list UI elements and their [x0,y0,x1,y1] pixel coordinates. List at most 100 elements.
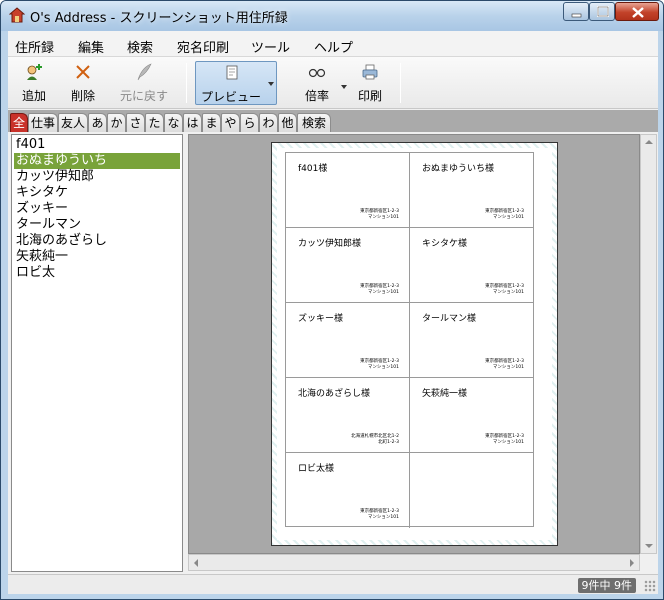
scroll-up-icon[interactable] [645,140,653,144]
close-icon [632,7,644,18]
address-label: ズッキー様 東京都新宿区1-2-3 マンション101 [286,303,410,378]
delete-x-icon [76,65,90,79]
menu-edit[interactable]: 編集 [78,37,104,56]
add-button[interactable]: 追加 [14,61,54,105]
delete-button[interactable]: 削除 [63,61,103,105]
address-label: カッツ伊知郎様 東京都新宿区1-2-3 マンション101 [286,228,410,303]
label-address: 東京都新宿区1-2-3 マンション101 [360,209,399,220]
tab-ya[interactable]: や [221,113,240,132]
address-label: キシタケ様 東京都新宿区1-2-3 マンション101 [410,228,534,303]
house-icon [9,7,25,23]
list-item[interactable]: おぬまゆういち [14,153,180,169]
maximize-button[interactable] [589,2,615,21]
list-item[interactable]: 北海のあざらし [14,233,180,249]
quill-icon [137,63,152,81]
horizontal-scrollbar[interactable] [188,554,640,571]
vertical-scrollbar[interactable] [640,134,657,554]
menu-label-print[interactable]: 宛名印刷 [177,37,229,56]
preview-label: プレビュー [200,90,261,104]
toolbar: 追加 削除 元に戻す プレビュー 倍率 印刷 [8,57,658,109]
undo-button[interactable]: 元に戻す [112,61,176,105]
minimize-icon [571,13,582,18]
preview-dropdown-icon[interactable] [268,82,274,86]
tab-ta[interactable]: た [145,113,164,132]
zoom-button[interactable]: 倍率 [295,61,339,105]
tab-work[interactable]: 仕事 [28,113,58,132]
title-bar[interactable]: O's Address - スクリーンショット用住所録 [1,1,663,31]
list-item[interactable]: ロビ太 [14,265,180,281]
printer-icon [362,64,378,80]
scroll-down-icon[interactable] [645,544,653,548]
tab-na[interactable]: な [164,113,183,132]
status-bar: 9件中 9件 [8,574,658,594]
tab-sa[interactable]: さ [126,113,145,132]
list-item[interactable]: 矢萩純一 [14,249,180,265]
resize-grip-icon[interactable] [644,580,656,592]
tab-a[interactable]: あ [88,113,107,132]
label-name: キシタケ様 [422,239,468,249]
address-list[interactable]: f401 おぬまゆういち カッツ伊知郎 キシタケ ズッキー タールマン 北海のあ… [11,134,183,572]
address-label: ロビ太様 東京都新宿区1-2-3 マンション101 [286,453,410,528]
index-tab-bar: 全 仕事 友人 あ か さ た な は ま や ら わ 他 検索 [8,110,658,132]
menu-search[interactable]: 検索 [127,37,153,56]
label-name: f401様 [298,164,328,174]
close-button[interactable] [615,2,659,21]
menu-address-book[interactable]: 住所録 [15,37,54,56]
tab-wa[interactable]: わ [259,113,278,132]
minimize-button[interactable] [563,2,589,21]
zoom-dropdown-icon[interactable] [341,85,347,89]
label-name: 矢萩純一様 [422,389,468,399]
list-item[interactable]: タールマン [14,217,180,233]
list-item[interactable]: キシタケ [14,185,180,201]
toolbar-separator [186,63,187,103]
window-title: O's Address - スクリーンショット用住所録 [30,11,288,26]
glasses-icon [308,68,326,78]
label-address: 北海道札幌市北区北1-2 北町1-2-3 [351,434,399,445]
label-address: 東京都新宿区1-2-3 マンション101 [485,434,524,445]
label-name: ロビ太様 [298,464,335,474]
list-item[interactable]: f401 [14,137,180,153]
tab-ra[interactable]: ら [240,113,259,132]
tab-other[interactable]: 他 [278,113,297,132]
label-address: 東京都新宿区1-2-3 マンション101 [360,509,399,520]
record-count-badge: 9件中 9件 [577,578,636,593]
address-label: おぬまゆういち様 東京都新宿区1-2-3 マンション101 [410,153,534,228]
address-label: f401様 東京都新宿区1-2-3 マンション101 [286,153,410,228]
print-button[interactable]: 印刷 [350,61,390,105]
toolbar-separator [400,63,401,103]
scroll-left-icon[interactable] [194,559,198,567]
label-name: おぬまゆういち様 [422,164,495,174]
print-label: 印刷 [357,89,382,103]
tab-all[interactable]: 全 [10,113,28,132]
app-window: O's Address - スクリーンショット用住所録 住所録 編集 検索 宛名… [0,0,664,600]
list-item[interactable]: カッツ伊知郎 [14,169,180,185]
label-address: 東京都新宿区1-2-3 マンション101 [485,284,524,295]
label-address: 東京都新宿区1-2-3 マンション101 [485,209,524,220]
undo-label: 元に戻す [119,89,168,103]
menu-bar: 住所録 編集 検索 宛名印刷 ツール ヘルプ [8,31,658,57]
tab-search[interactable]: 検索 [297,113,331,132]
label-name: カッツ伊知郎様 [298,239,362,249]
label-address: 東京都新宿区1-2-3 マンション101 [360,284,399,295]
label-address: 東京都新宿区1-2-3 マンション101 [360,359,399,370]
delete-label: 削除 [70,89,95,103]
tab-friends[interactable]: 友人 [58,113,88,132]
add-person-icon [27,64,42,80]
address-label: 北海のあざらし様 北海道札幌市北区北1-2 北町1-2-3 [286,378,410,453]
label-name: タールマン様 [422,314,477,324]
menu-tools[interactable]: ツール [251,37,290,56]
tab-ka[interactable]: か [107,113,126,132]
print-preview-area[interactable]: f401様 東京都新宿区1-2-3 マンション101 おぬまゆういち様 東京都新宿… [188,134,640,554]
add-label: 追加 [21,89,46,103]
scroll-right-icon[interactable] [630,559,634,567]
tab-ma[interactable]: ま [202,113,221,132]
zoom-label: 倍率 [304,89,329,103]
label-name: 北海のあざらし様 [298,389,371,399]
label-name: ズッキー様 [298,314,344,324]
list-item[interactable]: ズッキー [14,201,180,217]
menu-help[interactable]: ヘルプ [314,37,353,56]
preview-page: f401様 東京都新宿区1-2-3 マンション101 おぬまゆういち様 東京都新宿… [271,142,558,546]
preview-button[interactable]: プレビュー [195,61,277,105]
tab-ha[interactable]: は [183,113,202,132]
address-label: 矢萩純一様 東京都新宿区1-2-3 マンション101 [410,378,534,453]
